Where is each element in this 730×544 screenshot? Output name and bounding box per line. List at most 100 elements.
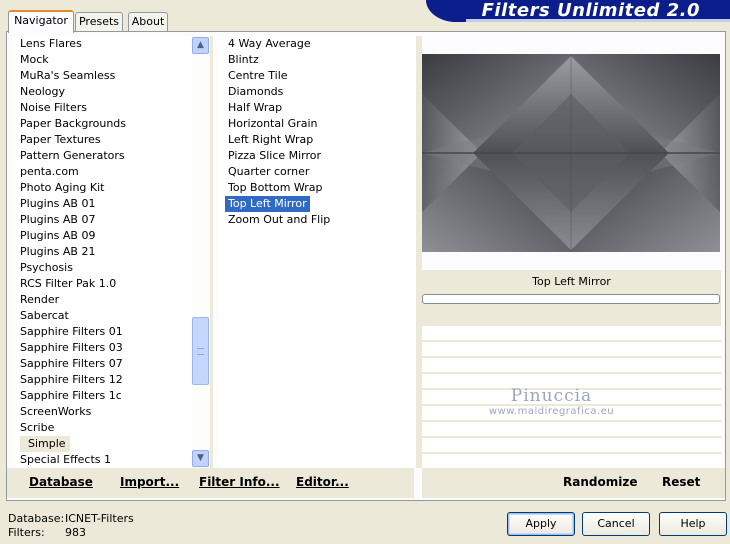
- category-item[interactable]: Simple: [12, 436, 192, 452]
- category-item[interactable]: Neology: [12, 84, 192, 100]
- filter-item[interactable]: Diamonds: [218, 84, 416, 100]
- category-item[interactable]: Plugins AB 07: [12, 212, 192, 228]
- category-item-label: Mock: [20, 53, 49, 66]
- filters-count-label: Filters:: [8, 526, 45, 539]
- category-item-label: Pattern Generators: [20, 149, 125, 162]
- category-item-label: Lens Flares: [20, 37, 82, 50]
- filter-item[interactable]: Blintz: [218, 52, 416, 68]
- filter-item-label: Blintz: [228, 53, 259, 66]
- app-title: Filters Unlimited 2.0: [481, 0, 700, 21]
- category-item[interactable]: RCS Filter Pak 1.0: [12, 276, 192, 292]
- category-item[interactable]: ScreenWorks: [12, 404, 192, 420]
- category-item[interactable]: Paper Backgrounds: [12, 116, 192, 132]
- watermark: Pinuccia www.maidiregrafica.eu: [422, 386, 721, 417]
- filter-item[interactable]: Pizza Slice Mirror: [218, 148, 416, 164]
- category-item[interactable]: Sapphire Filters 1c: [12, 388, 192, 404]
- filter-item[interactable]: Left Right Wrap: [218, 132, 416, 148]
- filter-item-label: Horizontal Grain: [228, 117, 318, 130]
- filter-item[interactable]: 4 Way Average: [218, 36, 416, 52]
- progress-bar: [422, 294, 720, 304]
- scroll-grip-icon: [197, 348, 204, 355]
- filter-item[interactable]: Top Left Mirror: [218, 196, 416, 212]
- filter-item-label: Centre Tile: [228, 69, 288, 82]
- category-item-label: Render: [20, 293, 60, 306]
- category-item[interactable]: Psychosis: [12, 260, 192, 276]
- filter-info-button[interactable]: Filter Info...: [199, 468, 280, 496]
- database-value: ICNET-Filters: [65, 512, 134, 525]
- category-item[interactable]: Paper Textures: [12, 132, 192, 148]
- preview-filter-name: Top Left Mirror: [532, 275, 611, 288]
- category-item-label: Paper Textures: [20, 133, 101, 146]
- category-item[interactable]: Noise Filters: [12, 100, 192, 116]
- category-item-label: MuRa's Seamless: [20, 69, 116, 82]
- category-item[interactable]: Render: [12, 292, 192, 308]
- category-item-label: Sapphire Filters 07: [20, 357, 123, 370]
- category-item[interactable]: Plugins AB 01: [12, 196, 192, 212]
- category-item[interactable]: MuRa's Seamless: [12, 68, 192, 84]
- category-item[interactable]: Sapphire Filters 01: [12, 324, 192, 340]
- category-item[interactable]: Sabercat: [12, 308, 192, 324]
- category-item[interactable]: Lens Flares: [12, 36, 192, 52]
- filter-item-label: Pizza Slice Mirror: [228, 149, 322, 162]
- category-item[interactable]: Sapphire Filters 12: [12, 372, 192, 388]
- filter-item[interactable]: Horizontal Grain: [218, 116, 416, 132]
- preview-image: [422, 54, 720, 252]
- category-item-label: Plugins AB 01: [20, 197, 96, 210]
- category-item-label: Psychosis: [20, 261, 73, 274]
- category-item[interactable]: Sapphire Filters 07: [12, 356, 192, 372]
- scroll-up-icon[interactable]: ▲: [192, 37, 209, 54]
- apply-button[interactable]: Apply: [507, 512, 575, 536]
- tab-navigator[interactable]: Navigator: [8, 10, 74, 33]
- import-button[interactable]: Import...: [120, 468, 179, 496]
- navigator-toolbar: Database Import... Filter Info... Editor…: [7, 468, 725, 498]
- filter-item-label: Top Bottom Wrap: [228, 181, 323, 194]
- category-item[interactable]: Pattern Generators: [12, 148, 192, 164]
- database-button[interactable]: Database: [29, 468, 93, 496]
- category-item[interactable]: Plugins AB 09: [12, 228, 192, 244]
- category-item-label: Sabercat: [20, 309, 69, 322]
- watermark-name: Pinuccia: [510, 386, 593, 406]
- status-info: Database:ICNET-Filters Filters: 983: [8, 512, 134, 540]
- category-item-label: RCS Filter Pak 1.0: [20, 277, 117, 290]
- tab-about[interactable]: About: [128, 12, 168, 32]
- category-scrollbar[interactable]: ▲ ▼: [192, 36, 209, 468]
- tab-presets[interactable]: Presets: [75, 12, 123, 32]
- category-item[interactable]: Scribe: [12, 420, 192, 436]
- watermark-url: www.maidiregrafica.eu: [488, 406, 615, 417]
- category-item-label: Sapphire Filters 03: [20, 341, 123, 354]
- category-item[interactable]: Mock: [12, 52, 192, 68]
- category-list[interactable]: Lens Flares Mock MuRa's Seamless Neology Noi…: [12, 36, 192, 468]
- randomize-button[interactable]: Randomize: [563, 468, 637, 496]
- filter-item[interactable]: Quarter corner: [218, 164, 416, 180]
- filters-count-value: 983: [65, 526, 86, 539]
- preview-info: Top Left Mirror: [422, 270, 721, 326]
- category-item[interactable]: penta.com: [12, 164, 192, 180]
- help-button[interactable]: Help: [659, 512, 727, 536]
- filter-item[interactable]: Top Bottom Wrap: [218, 180, 416, 196]
- editor-button[interactable]: Editor...: [296, 468, 349, 496]
- category-item-label: Scribe: [20, 421, 55, 434]
- filter-item[interactable]: Centre Tile: [218, 68, 416, 84]
- scroll-thumb[interactable]: [192, 317, 209, 385]
- category-item[interactable]: Plugins AB 21: [12, 244, 192, 260]
- category-item-label: Neology: [20, 85, 66, 98]
- divider: [414, 468, 422, 498]
- cancel-button[interactable]: Cancel: [582, 512, 650, 536]
- category-item-label: penta.com: [20, 165, 79, 178]
- filter-item-label: Zoom Out and Flip: [228, 213, 331, 226]
- filter-item[interactable]: Zoom Out and Flip: [218, 212, 416, 228]
- filter-item-label: 4 Way Average: [228, 37, 311, 50]
- category-item[interactable]: Special Effects 1: [12, 452, 192, 468]
- preview-graphic: [422, 54, 720, 252]
- category-item-label: Paper Backgrounds: [20, 117, 127, 130]
- filter-item[interactable]: Half Wrap: [218, 100, 416, 116]
- category-item-label: Plugins AB 09: [20, 229, 96, 242]
- app-title-banner: Filters Unlimited 2.0: [426, 0, 730, 22]
- reset-button[interactable]: Reset: [662, 468, 700, 496]
- category-item[interactable]: Photo Aging Kit: [12, 180, 192, 196]
- scroll-down-icon[interactable]: ▼: [192, 450, 209, 467]
- category-item[interactable]: Sapphire Filters 03: [12, 340, 192, 356]
- category-item-label: Photo Aging Kit: [20, 181, 105, 194]
- category-item-label: Plugins AB 21: [20, 245, 96, 258]
- filter-item-label: Top Left Mirror: [225, 196, 310, 212]
